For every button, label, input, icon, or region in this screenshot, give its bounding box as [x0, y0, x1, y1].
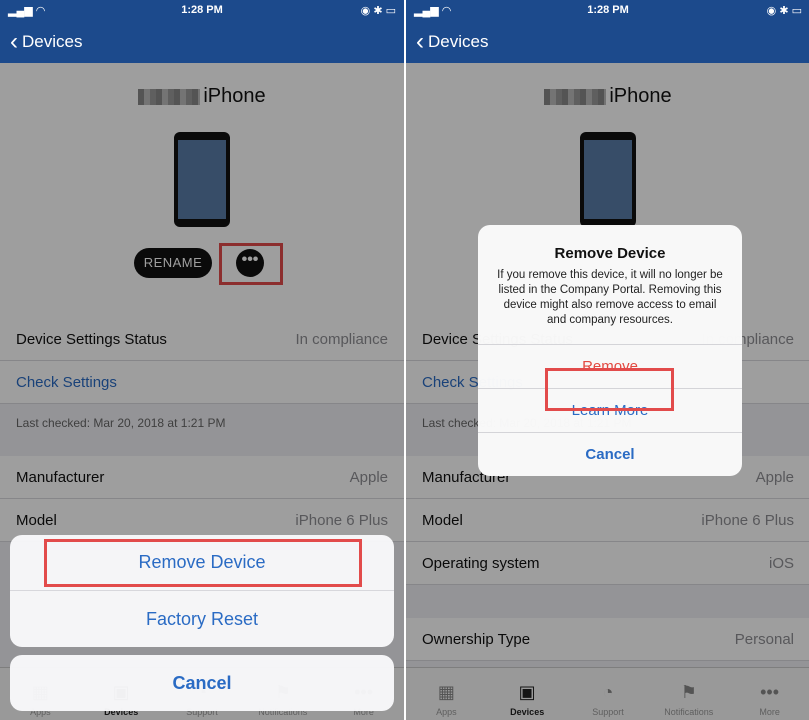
status-bar: ▂▄▆ ◠ 1:28 PM ◉ ✱ ▭ [0, 0, 404, 20]
status-time: 1:28 PM [587, 4, 629, 16]
back-button[interactable]: Devices [428, 32, 488, 52]
screen-remove-alert: ▂▄▆ ◠ 1:28 PM ◉ ✱ ▭ ‹ Devices iPhone Dev… [406, 0, 809, 720]
alert-title: Remove Device [554, 245, 666, 262]
alert-cancel-button[interactable]: Cancel [478, 432, 742, 476]
cancel-button[interactable]: Cancel [10, 655, 394, 711]
status-bar: ▂▄▆ ◠ 1:28 PM ◉ ✱ ▭ [406, 0, 809, 20]
highlight-box [545, 368, 674, 411]
back-button[interactable]: Devices [22, 32, 82, 52]
highlight-box [44, 539, 362, 587]
back-chevron-icon[interactable]: ‹ [10, 29, 18, 54]
nav-bar: ‹ Devices [0, 20, 404, 63]
remove-device-alert: Remove Device If you remove this device,… [478, 225, 742, 476]
screen-action-sheet: ▂▄▆ ◠ 1:28 PM ◉ ✱ ▭ ‹ Devices iPhone REN… [0, 0, 404, 720]
cancel-sheet: Cancel [10, 655, 394, 711]
alert-message: If you remove this device, it will no lo… [497, 269, 723, 326]
status-time: 1:28 PM [181, 4, 223, 16]
nav-bar: ‹ Devices [406, 20, 809, 63]
back-chevron-icon[interactable]: ‹ [416, 29, 424, 54]
factory-reset-button[interactable]: Factory Reset [10, 591, 394, 647]
